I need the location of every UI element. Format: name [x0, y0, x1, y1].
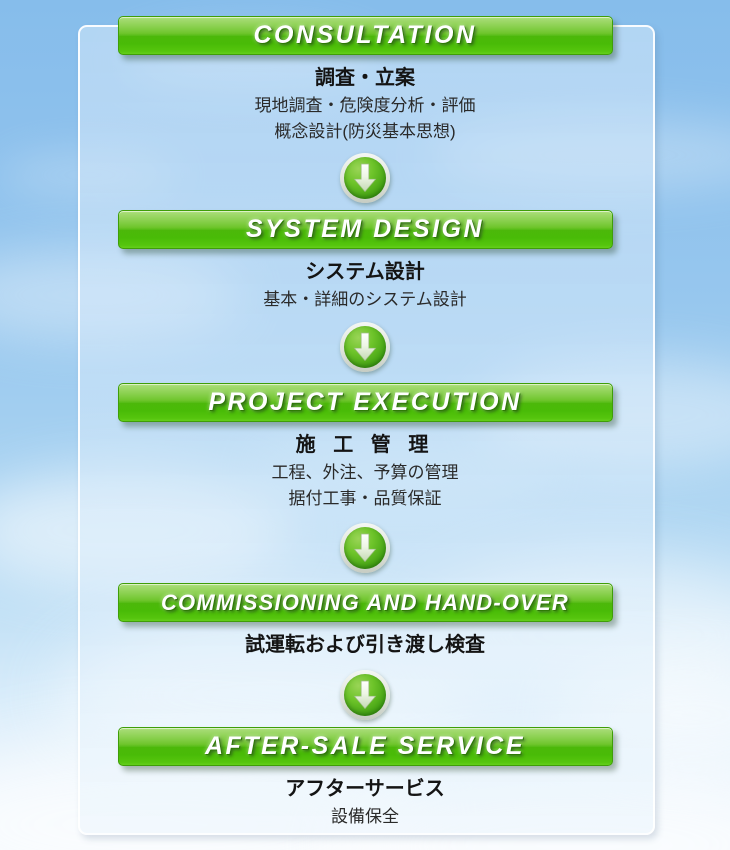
stage-heading: システム設計 — [305, 261, 425, 283]
flow-connector — [0, 321, 730, 372]
stage-detail-line: 据付工事・品質保証 — [288, 488, 442, 508]
stage-banner-label: COMMISSIONING AND HAND-OVER — [160, 589, 570, 615]
down-arrow-icon — [340, 321, 390, 372]
stage-banner-label: SYSTEM DESIGN — [245, 215, 485, 243]
down-arrow-icon — [340, 523, 390, 573]
process-flow-diagram: CONSULTATION 調査・立案 現地調査・危険度分析・評価 概念設計(防災… — [0, 0, 730, 850]
flow-stage-system-design: SYSTEM DESIGN システム設計 基本・詳細のシステム設計 — [0, 210, 730, 372]
flow-stage-commissioning: COMMISSIONING AND HAND-OVER 試運転および引き渡し検査 — [0, 583, 730, 720]
down-arrow-icon — [340, 670, 390, 720]
stage-detail-line: 設備保全 — [331, 807, 399, 826]
stage-banner-label: AFTER-SALE SERVICE — [204, 732, 526, 760]
sky-background: CONSULTATION 調査・立案 現地調査・危険度分析・評価 概念設計(防災… — [0, 0, 730, 850]
stage-caption-system-design: システム設計 基本・詳細のシステム設計 — [0, 257, 730, 313]
stage-banner-system-design[interactable]: SYSTEM DESIGN — [117, 210, 613, 249]
stage-banner-after-sale-service[interactable]: AFTER-SALE SERVICE — [117, 727, 613, 766]
down-arrow-icon — [340, 153, 390, 203]
flow-connector — [0, 523, 730, 573]
flow-stage-after-sale-service: AFTER-SALE SERVICE アフターサービス 設備保全 — [0, 727, 730, 830]
stage-caption-project-execution: 施 工 管 理 工程、外注、予算の管理 据付工事・品質保証 — [0, 430, 730, 511]
stage-heading: 施 工 管 理 — [295, 434, 435, 456]
stage-caption-after-sale-service: アフターサービス 設備保全 — [0, 774, 730, 830]
stage-heading: 調査・立案 — [315, 67, 415, 89]
stage-caption-consultation: 調査・立案 現地調査・危険度分析・評価 概念設計(防災基本思想) — [0, 63, 730, 144]
flow-connector — [0, 153, 730, 203]
stage-banner-label: PROJECT EXECUTION — [208, 388, 522, 416]
stage-banner-label: CONSULTATION — [253, 21, 477, 49]
stage-banner-commissioning[interactable]: COMMISSIONING AND HAND-OVER — [117, 583, 613, 622]
stage-heading: 試運転および引き渡し検査 — [245, 634, 485, 656]
stage-detail-line: 概念設計(防災基本思想) — [274, 121, 456, 141]
stage-detail-line: 現地調査・危険度分析・評価 — [254, 96, 476, 115]
flow-stage-consultation: CONSULTATION 調査・立案 現地調査・危険度分析・評価 概念設計(防災… — [0, 16, 730, 203]
stage-banner-consultation[interactable]: CONSULTATION — [117, 16, 613, 55]
flow-connector — [0, 670, 730, 720]
flow-stage-project-execution: PROJECT EXECUTION 施 工 管 理 工程、外注、予算の管理 据付… — [0, 383, 730, 573]
stage-detail-line: 基本・詳細のシステム設計 — [263, 290, 467, 309]
stage-detail-line: 工程、外注、予算の管理 — [271, 463, 459, 482]
stage-caption-commissioning: 試運転および引き渡し検査 — [0, 630, 730, 660]
stage-heading: アフターサービス — [285, 778, 445, 800]
stage-banner-project-execution[interactable]: PROJECT EXECUTION — [117, 383, 613, 422]
